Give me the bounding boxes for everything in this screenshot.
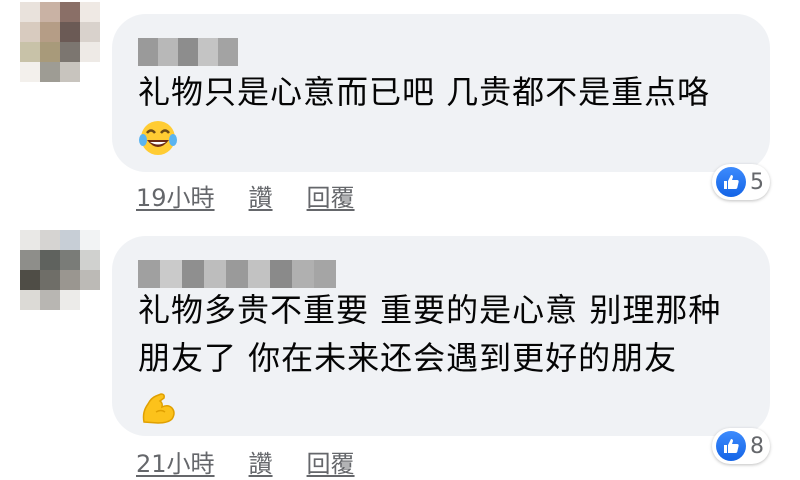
flexed-biceps-icon: [142, 393, 175, 424]
like-icon: [716, 167, 746, 197]
reply-link[interactable]: 回覆: [307, 444, 355, 479]
reply-link[interactable]: 回覆: [307, 178, 355, 213]
reaction-summary[interactable]: 5: [712, 164, 770, 200]
comment-text: 礼物多贵不重要 重要的是心意 别理那种朋友了 你在未来还会遇到更好的朋友: [138, 291, 722, 377]
reaction-count: 5: [750, 169, 764, 195]
reaction-summary[interactable]: 8: [712, 428, 770, 464]
comment-text: 礼物只是心意而已吧 几贵都不是重点咯: [138, 73, 711, 111]
comment-bubble: 礼物多贵不重要 重要的是心意 别理那种朋友了 你在未来还会遇到更好的朋友: [112, 236, 770, 436]
comment-bubble: 礼物只是心意而已吧 几贵都不是重点咯: [112, 14, 770, 172]
like-link[interactable]: 讚: [249, 444, 273, 479]
avatar[interactable]: [20, 230, 100, 310]
reaction-count: 8: [750, 433, 764, 459]
face-with-tears-of-joy-icon: [139, 121, 177, 155]
comment-actions: 21小時 讚 回覆: [136, 444, 355, 479]
like-link[interactable]: 讚: [249, 178, 273, 213]
commenter-name-blurred[interactable]: [138, 260, 336, 288]
comment-timestamp[interactable]: 19小時: [136, 178, 215, 213]
comment-timestamp[interactable]: 21小時: [136, 444, 215, 479]
commenter-name-blurred[interactable]: [138, 38, 238, 66]
avatar[interactable]: [20, 2, 100, 82]
like-icon: [716, 431, 746, 461]
comment-actions: 19小時 讚 回覆: [136, 178, 355, 213]
